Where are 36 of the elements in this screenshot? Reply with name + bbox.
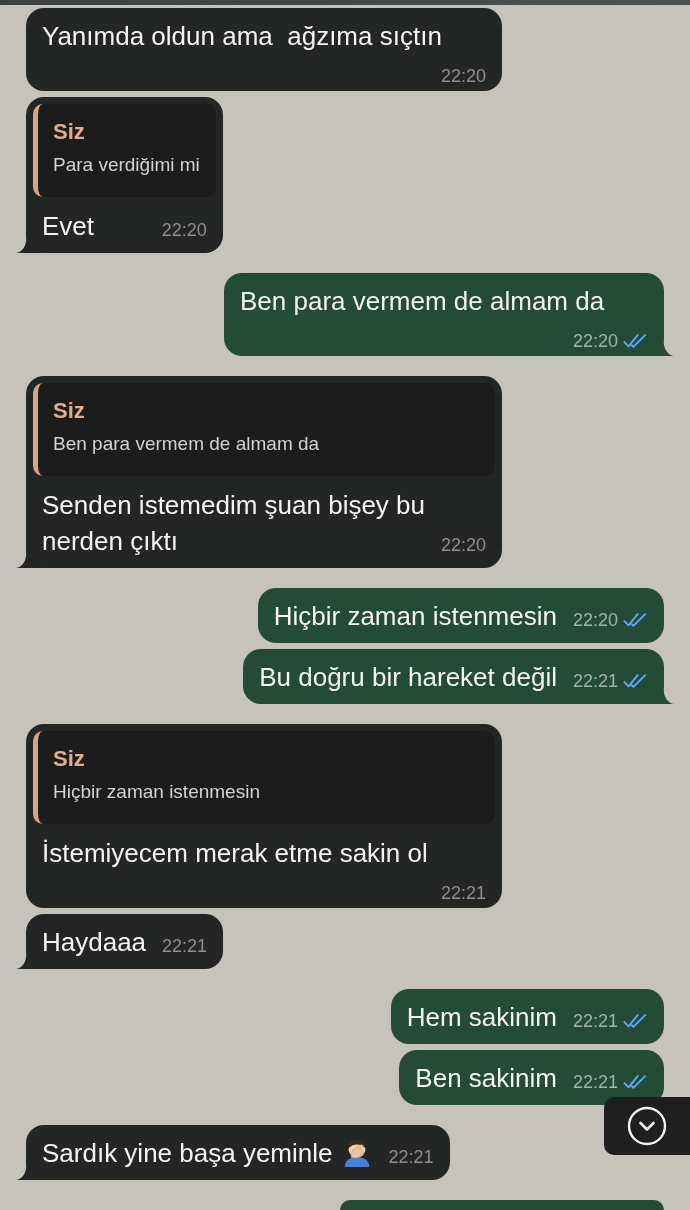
message-time: 22:21	[388, 1146, 434, 1168]
message-time: 22:20	[161, 219, 207, 241]
chevron-down-icon	[627, 1106, 667, 1146]
quote-text: Para verdiğimi mi	[53, 153, 200, 177]
quote-author: Siz	[53, 745, 86, 773]
message-text: Yanımda oldun ama ağzıma sıçtın	[42, 21, 442, 51]
bubble-tail	[16, 952, 42, 969]
bubble-tail	[648, 339, 674, 356]
scroll-down-button[interactable]	[604, 1097, 690, 1155]
quote-author: Siz	[53, 118, 86, 146]
message-time: 22:21	[572, 1010, 618, 1032]
quote-text: Hiçbir zaman istenmesin	[53, 780, 261, 804]
message-text: İstemiyecem merak etme sakin ol	[42, 838, 428, 868]
message-text: Senden istemedim şuan bişey bu nerden çıktı	[42, 490, 426, 556]
message-text: Sardık yine başa yeminle	[42, 1138, 333, 1168]
message-text: Hem sakinim	[406, 1002, 557, 1032]
message-time: 22:20	[440, 65, 486, 87]
message-time: 22:20	[572, 330, 618, 352]
message-time: 22:21	[572, 1071, 618, 1093]
quote-author: Siz	[53, 397, 86, 425]
message-text: Evet	[42, 211, 95, 241]
message-time: 22:21	[440, 882, 486, 904]
message-time: 22:21	[572, 670, 618, 692]
message-time: 22:20	[572, 609, 618, 631]
message-text: Hiçbir zaman istenmesin	[273, 601, 557, 631]
quote-text: Ben para vermem de almam da	[53, 432, 321, 456]
message-time: 22:20	[440, 534, 486, 556]
bubble-tail	[648, 687, 674, 704]
message-text: Bu doğru bir hareket değil	[259, 662, 557, 692]
message-text: Haydaaa	[42, 927, 147, 957]
bubble-tail	[16, 236, 42, 253]
message-text: Ben sakinim	[415, 1063, 557, 1093]
message-text: Ben para vermem de almam da	[240, 286, 605, 316]
bubble-tail	[16, 1163, 42, 1180]
message-time: 22:21	[162, 935, 208, 957]
bubble-tail	[16, 551, 42, 568]
